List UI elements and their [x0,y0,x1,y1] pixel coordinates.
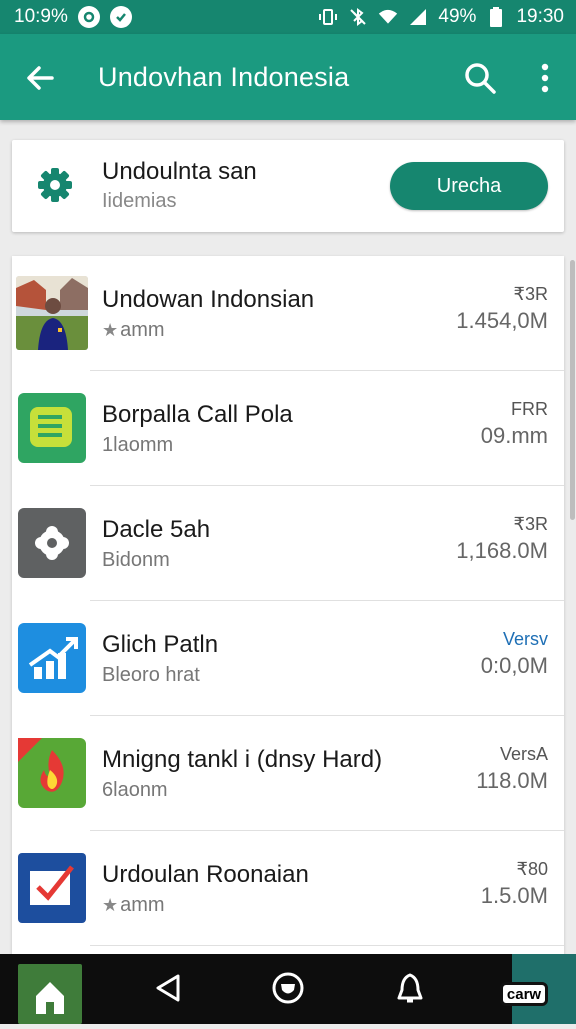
back-arrow-icon[interactable] [22,60,58,96]
app-tag: Versv [502,629,548,649]
app-subtitle: ★ amm [102,894,165,916]
app-name: Borpalla Call Pola [102,401,293,428]
document-app-icon [16,391,88,465]
flame-app-icon [16,736,88,810]
status-time-left: 10:9% [14,6,68,27]
app-size: 1.5.0M [480,883,548,908]
back-triangle-icon[interactable] [150,970,186,1006]
app-subtitle: Bleoro hrat [102,664,200,686]
app-tag: ₹80 [516,859,548,879]
search-icon[interactable] [462,60,498,96]
list-item[interactable]: Borpalla Call Pola 1laomm FRR 09.mm [12,371,564,486]
scrollbar[interactable] [570,260,575,520]
battery-percent: 49% [438,6,477,27]
app-list: Undowan Indonsian ★ amm ₹3R 1.454,0M Borp… [12,256,564,956]
header-card: Undoulnta san Iidemias Urecha [12,140,564,232]
star-icon: ★ [102,895,119,915]
more-vert-icon[interactable] [530,60,560,96]
bell-icon[interactable] [392,970,428,1006]
list-item[interactable]: Mnigng tankl i (dnsy Hard) 6laonm VersA … [12,716,564,831]
list-item[interactable]: Undowan Indonsian ★ amm ₹3R 1.454,0M [12,256,564,371]
app-size: 118.0M [476,768,548,793]
nav-ext-label[interactable]: carw [500,982,548,1006]
app-tag: FRR [511,399,548,419]
header-action-button[interactable]: Urecha [390,162,548,210]
app-tag: ₹3R [513,284,548,304]
app-subtitle: 6laonm [102,779,168,801]
status-time-right: 19:30 [516,6,564,27]
app-bar-title: Undovhan Indonesia [98,62,350,92]
wifi-icon [378,7,398,27]
app-subtitle: 1laomm [102,434,174,456]
signal-icon [408,7,428,27]
app-name: Undowan Indonsian [102,286,315,313]
home-circle-icon[interactable] [270,970,306,1006]
status-bar: 10:9% 49% 19:30 [0,0,576,34]
divider [90,945,564,946]
app-subtitle: Bidonm [102,549,170,571]
gear-icon [34,164,76,206]
battery-icon [486,7,506,27]
vibrate-icon [318,7,338,27]
app-name: Urdoulan Roonaian [102,861,309,888]
star-icon: ★ [102,320,119,340]
header-subtitle: Iidemias [102,190,177,212]
list-item[interactable]: Dacle 5ah Bidonm ₹3R 1,168.0M [12,486,564,601]
app-thumbnail-photo [16,276,88,350]
list-item[interactable]: Glich Patln Bleoro hrat Versv 0:0,0M [12,601,564,716]
app-tag: ₹3R [513,514,548,534]
app-name: Glich Patln [102,631,219,658]
app-subtitle: ★ amm [102,319,165,341]
camera-app-icon [16,506,88,580]
chart-app-icon [16,621,88,695]
app-size: 09.mm [480,423,548,448]
app-name: Dacle 5ah [102,516,211,543]
bluetooth-off-icon [348,7,368,27]
app-size: 0:0,0M [480,653,548,678]
checkmark-app-icon [16,851,88,925]
app-name: Mnigng tankl i (dnsy Hard) [102,746,383,773]
notification-icon [77,6,100,28]
app-bar: Undovhan Indonesia [0,34,576,120]
app-size: 1.454,0M [456,308,548,333]
navigation-bar: carw [0,954,576,1024]
check-circle-icon [109,6,132,28]
home-icon[interactable] [18,964,82,1024]
header-title: Undoulnta san [102,158,257,185]
list-item[interactable]: Urdoulan Roonaian ★ amm ₹80 1.5.0M [12,831,564,946]
app-tag: VersA [499,744,548,764]
app-size: 1,168.0M [456,538,548,563]
